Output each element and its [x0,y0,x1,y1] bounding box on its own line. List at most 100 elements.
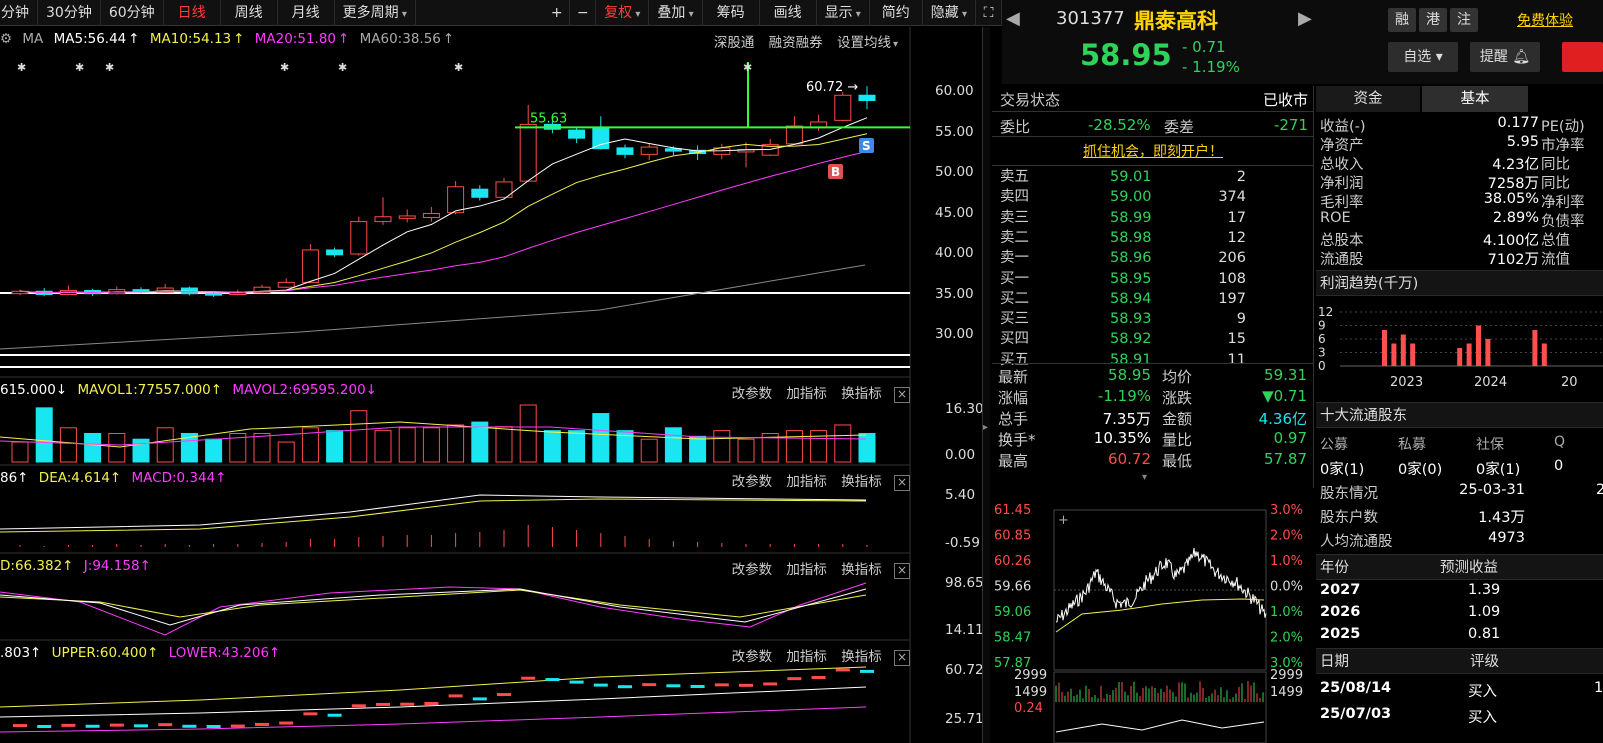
switch-indicator-button[interactable]: 换指标 [841,386,882,402]
panel-splitter[interactable]: ▸ [982,27,990,743]
tab-funds[interactable]: 资金 [1316,86,1420,112]
price-ytick: 40.00 [935,245,974,261]
trade-button[interactable] [1562,42,1603,72]
volume-bar [350,410,368,463]
zoom-in-button[interactable]: + [544,0,571,26]
candle-body [592,127,610,150]
stat-label: 金额 [1162,410,1193,428]
high-label: 60.72 → [806,80,858,95]
order-level-row: 卖一 58.96 206 [996,249,1308,268]
reg-badge[interactable]: 注 [1450,8,1478,32]
margin-badge[interactable]: 融 [1388,8,1416,32]
divider [992,363,1314,364]
candle-body [471,188,489,198]
metric-label: 总收入 [1320,157,1364,173]
metric-value: 7102万 [1487,252,1539,268]
boll-candle [545,678,560,682]
expand-chevron-icon[interactable]: ▾ [1142,472,1147,483]
volume-bar [689,435,707,463]
boll-candle [158,723,173,727]
overlay-dropdown[interactable]: 叠加 [649,0,703,26]
volume-bar [785,430,803,463]
metric-label: 净资产 [1320,138,1364,154]
add-indicator-button[interactable]: 加指标 [786,562,827,578]
adjust-dropdown[interactable]: 复权 [596,0,650,26]
fullscreen-icon[interactable]: ⛶ [976,0,1002,26]
intraday-vol-frame [1053,671,1267,743]
period-daily[interactable]: 日线 [164,0,221,26]
open-account-link[interactable]: 抓住机会，即刻开户！ [1083,144,1223,160]
intraday-canvas[interactable]: +61.45 3.0% 60.85 2.0% 60.26 1.0% 59.66 0.0% 59.… [992,492,1314,743]
boll-candle [811,676,826,680]
intraday-pct-tick: 2.0% [1270,529,1303,544]
fundamentals-panel: 资金 基本 收益(-) 0.177 PE(动) 净资产 5.95 市净率 总收入 4.23亿同… [1316,86,1603,743]
edit-params-button[interactable]: 改参数 [732,474,773,490]
period-5min[interactable]: 5分钟 [0,0,38,26]
edit-params-button[interactable]: 改参数 [732,562,773,578]
boll-lower-line [0,706,867,733]
intraday-vol-tick: 1499 [1270,685,1303,700]
switch-indicator-button[interactable]: 换指标 [841,474,882,490]
switch-indicator-button[interactable]: 换指标 [841,649,882,665]
add-indicator-button[interactable]: 加指标 [786,649,827,665]
display-dropdown[interactable]: 显示 [817,0,870,26]
status-label: 交易状态 [1000,91,1061,109]
kdj-d-value: D:66.382↑ [0,558,74,574]
boll-candle [255,722,269,726]
add-indicator-button[interactable]: 加指标 [786,386,827,402]
draw-button[interactable]: 画线 [760,0,817,26]
watchlist-button[interactable]: 自选 ▾ [1388,42,1458,72]
order-level-price: 59.01 [1110,169,1152,185]
boll-candle [13,724,27,728]
intraday-pct-tick: 3.0% [1270,503,1303,518]
close-icon[interactable]: × [894,563,910,579]
switch-indicator-button[interactable]: 换指标 [841,562,882,578]
price-change: - 0.71 [1182,38,1226,56]
free-trial-link[interactable]: 免费体验 [1517,10,1573,30]
stat-value: ▼0.71 [1262,387,1307,405]
period-monthly[interactable]: 月线 [278,0,335,26]
event-marker: ✱ [280,61,289,74]
edit-params-button[interactable]: 改参数 [732,649,773,665]
boll-candle [666,684,681,688]
zoom-out-button[interactable]: − [570,0,597,26]
vol-value: 615.000↓ [0,382,68,398]
remind-button[interactable]: 提醒 🔔︎ [1470,42,1540,72]
volume-legend: 615.000↓ MAVOL1:77557.000↑ MAVOL2:69595.… [0,382,383,398]
tab-basic[interactable]: 基本 [1422,86,1528,112]
add-indicator-button[interactable]: 加指标 [786,474,827,490]
hk-badge[interactable]: 港 [1419,8,1447,32]
stat-label: 最低 [1162,452,1193,470]
volume-bar [398,427,416,463]
chips-button[interactable]: 筹码 [703,0,760,26]
metric-value: 4.23亿 [1492,157,1539,173]
order-level-volume: 15 [1227,331,1246,348]
boll-candle [85,724,100,728]
close-icon[interactable]: × [894,387,910,403]
mavol2-value: MAVOL2:69595.200↓ [232,382,377,398]
holder-col-value: 0家(0) [1398,462,1443,478]
order-level-row: 买二 58.94 197 [996,290,1308,309]
volume-bar [713,430,731,463]
period-30min[interactable]: 30分钟 [38,0,101,26]
period-weekly[interactable]: 周线 [221,0,278,26]
close-icon[interactable]: × [894,650,910,666]
ma5-line [19,117,868,294]
period-60min[interactable]: 60分钟 [101,0,164,26]
simple-button[interactable]: 简约 [870,0,923,26]
collapse-arrow-icon[interactable]: ▸ [983,422,988,433]
hide-dropdown[interactable]: 隐藏 [923,0,976,26]
event-marker: ✱ [75,61,84,74]
next-stock-icon[interactable]: ▶ [1298,8,1312,29]
order-level-price: 58.92 [1110,331,1152,348]
more-periods-dropdown[interactable]: 更多周期 [335,0,416,26]
intraday-price-tick: 60.26 [994,554,1031,569]
holder-row-value: 4973 [1488,530,1525,546]
metric-extra-label: PE(动) [1541,119,1585,135]
edit-params-button[interactable]: 改参数 [732,386,773,402]
close-icon[interactable]: × [894,475,910,491]
profit-ytick: 9 [1318,319,1326,333]
stat-value: -1.19% [1097,387,1151,405]
prev-stock-icon[interactable]: ◀ [1006,8,1020,29]
order-level-row: 卖四 59.00 374 [996,188,1308,207]
